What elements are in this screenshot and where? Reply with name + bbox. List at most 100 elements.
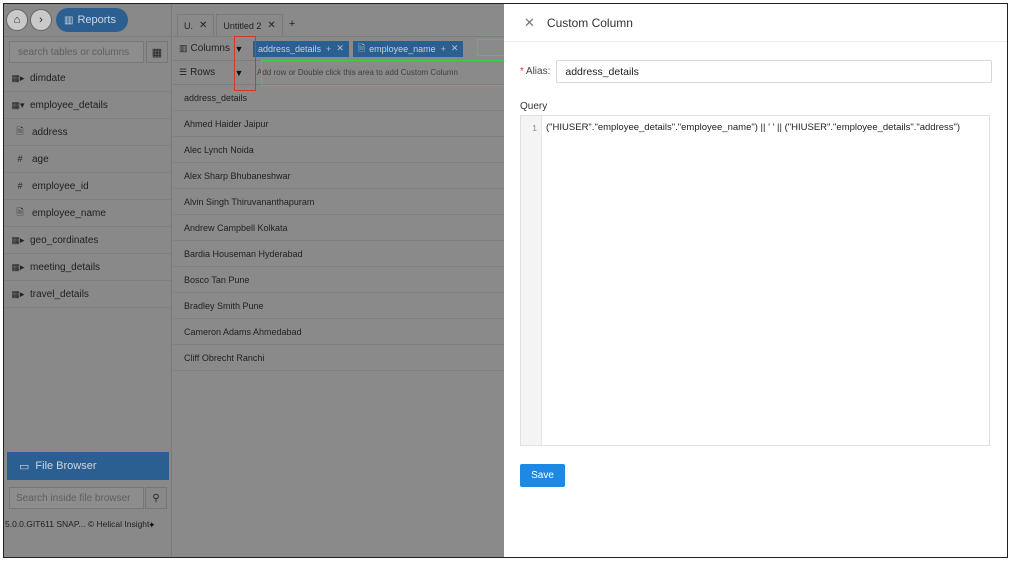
- tree-item[interactable]: 🗎 address: [4, 119, 171, 146]
- tree-item-label: employee_id: [32, 180, 89, 192]
- column-chip-employee-name[interactable]: 🗎 employee_name + ✕: [352, 40, 464, 57]
- left-sidebar: ⌂ › ▥ Reports search tables or columns ▦…: [4, 4, 172, 557]
- query-code[interactable]: ("HIUSER"."employee_details"."employee_n…: [542, 116, 989, 445]
- plus-icon[interactable]: +: [441, 44, 446, 54]
- tab-label: U.: [184, 20, 193, 31]
- tab-u[interactable]: U. ✕: [177, 14, 215, 36]
- table-row[interactable]: Andrew Campbell Kolkata: [173, 215, 505, 241]
- tree-item-label: geo_cordinates: [30, 234, 99, 246]
- add-tab-button[interactable]: +: [285, 12, 299, 36]
- close-icon[interactable]: ✕: [199, 20, 207, 31]
- highlight-green-box: [261, 60, 517, 86]
- table-row[interactable]: Bosco Tan Pune: [173, 267, 505, 293]
- table-row[interactable]: Cliff Obrecht Ranchi: [173, 345, 505, 371]
- rows-shelf-label: ☰ Rows: [173, 67, 229, 78]
- tree-item-label: travel_details: [30, 288, 89, 300]
- tree-item[interactable]: 🗎 employee_name: [4, 200, 171, 227]
- close-icon[interactable]: ✕: [451, 43, 459, 54]
- tree-item[interactable]: ▦▸ geo_cordinates: [4, 227, 171, 254]
- search-icon[interactable]: ⚲: [145, 487, 167, 509]
- tree-item[interactable]: ▦▸ meeting_details: [4, 254, 171, 281]
- alias-label-text: Alias:: [525, 66, 551, 77]
- save-button[interactable]: Save: [520, 464, 565, 487]
- columns-icon: ▥: [179, 43, 188, 53]
- result-grid: Ahmed Haider Jaipur Alec Lynch Noida Alex …: [173, 111, 509, 371]
- report-workspace: U. ✕ Untitled 2 ✕ + ▥ Columns ▼ address_…: [173, 4, 517, 557]
- bar-chart-icon: ▥: [64, 14, 74, 26]
- table-row[interactable]: Ahmed Haider Jaipur: [173, 111, 505, 137]
- tree-item-label: address: [32, 126, 68, 138]
- chip-label: employee_name: [369, 43, 436, 54]
- top-navigation: ⌂ › ▥ Reports: [4, 4, 171, 37]
- rows-icon: ☰: [179, 67, 188, 77]
- table-row[interactable]: Alvin Singh Thiruvananthapuram: [173, 189, 505, 215]
- table-icon: ▦▸: [11, 261, 25, 272]
- home-icon[interactable]: ⌂: [6, 9, 28, 31]
- tree-item[interactable]: ▦▸ dimdate: [4, 65, 171, 92]
- alias-input[interactable]: address_details: [556, 60, 993, 83]
- copyright-text: © Helical Insight: [87, 519, 150, 529]
- columns-shelf: ▥ Columns ▼ address_details + ✕ 🗎 employ…: [173, 37, 509, 61]
- tree-item-label: employee_details: [30, 99, 108, 111]
- table-search-row: search tables or columns ▦: [9, 41, 168, 65]
- plus-icon[interactable]: +: [326, 44, 331, 54]
- table-tree: ▦▸ dimdate ▦▾ employee_details 🗎 address # age #…: [4, 65, 171, 308]
- alias-row: * Alias: address_details: [520, 60, 993, 83]
- version-text: 5.0.0.GIT611 SNAP...: [5, 519, 86, 529]
- chip-label: address_details: [258, 43, 322, 54]
- table-row[interactable]: Cameron Adams Ahmedabad: [173, 319, 505, 345]
- number-icon: #: [17, 181, 23, 191]
- reports-label: Reports: [77, 14, 116, 26]
- required-marker: *: [520, 66, 524, 77]
- report-tabs: U. ✕ Untitled 2 ✕ +: [173, 4, 509, 37]
- table-row[interactable]: Alec Lynch Noida: [173, 137, 505, 163]
- tree-item[interactable]: # employee_id: [4, 173, 171, 200]
- number-icon: #: [17, 154, 23, 164]
- grid-header[interactable]: address_details: [173, 85, 505, 111]
- text-file-icon: 🗎: [357, 42, 366, 53]
- version-footer: 5.0.0.GIT611 SNAP... © Helical Insight: [5, 519, 149, 529]
- chevron-right-icon[interactable]: ›: [30, 9, 52, 31]
- panel-header: ✕ Custom Column: [504, 4, 1007, 42]
- line-number-gutter: 1: [521, 116, 542, 445]
- close-icon[interactable]: ✕: [267, 20, 275, 31]
- column-chip-address-details[interactable]: address_details + ✕: [253, 40, 349, 57]
- grid-icon[interactable]: ▦: [146, 41, 168, 63]
- table-row[interactable]: Bardia Houseman Hyderabad: [173, 241, 505, 267]
- file-search-input[interactable]: Search inside file browser: [9, 487, 144, 509]
- tree-item-label: employee_name: [32, 207, 106, 219]
- text-file-icon: 🗎: [16, 207, 24, 217]
- columns-shelf-label: ▥ Columns: [173, 43, 230, 54]
- reports-button[interactable]: ▥ Reports: [56, 8, 128, 32]
- table-row[interactable]: Bradley Smith Pune: [173, 293, 505, 319]
- tab-untitled-2[interactable]: Untitled 2 ✕: [216, 14, 283, 36]
- rows-label: Rows: [190, 67, 216, 78]
- table-icon: ▦▸: [11, 72, 25, 83]
- tree-item[interactable]: ▦▾ employee_details: [4, 92, 171, 119]
- alias-label: * Alias:: [520, 66, 550, 77]
- tree-item-label: meeting_details: [30, 261, 101, 273]
- pin-icon[interactable]: ✦: [148, 520, 156, 531]
- folder-icon: ▭: [19, 460, 30, 473]
- columns-label: Columns: [190, 43, 230, 54]
- query-label: Query: [520, 101, 548, 112]
- tree-item-label: dimdate: [30, 72, 66, 84]
- file-browser-label: File Browser: [35, 460, 97, 472]
- file-browser-button[interactable]: ▭ File Browser: [7, 452, 169, 480]
- table-icon: ▦▸: [11, 288, 25, 299]
- tab-label: Untitled 2: [223, 20, 262, 31]
- tree-item[interactable]: # age: [4, 146, 171, 173]
- table-row[interactable]: Alex Sharp Bhubaneshwar: [173, 163, 505, 189]
- file-browser-search: Search inside file browser ⚲: [9, 487, 167, 509]
- table-search-input[interactable]: search tables or columns: [9, 41, 144, 63]
- tree-item[interactable]: ▦▸ travel_details: [4, 281, 171, 308]
- text-file-icon: 🗎: [16, 126, 24, 136]
- highlight-red-box: [234, 36, 256, 91]
- query-editor[interactable]: 1 ("HIUSER"."employee_details"."employee…: [520, 115, 990, 446]
- close-icon[interactable]: ✕: [524, 15, 535, 31]
- close-icon[interactable]: ✕: [336, 43, 344, 54]
- tree-item-label: age: [32, 153, 49, 165]
- table-icon: ▦▾: [11, 99, 25, 110]
- panel-title: Custom Column: [546, 15, 633, 30]
- table-icon: ▦▸: [11, 234, 25, 245]
